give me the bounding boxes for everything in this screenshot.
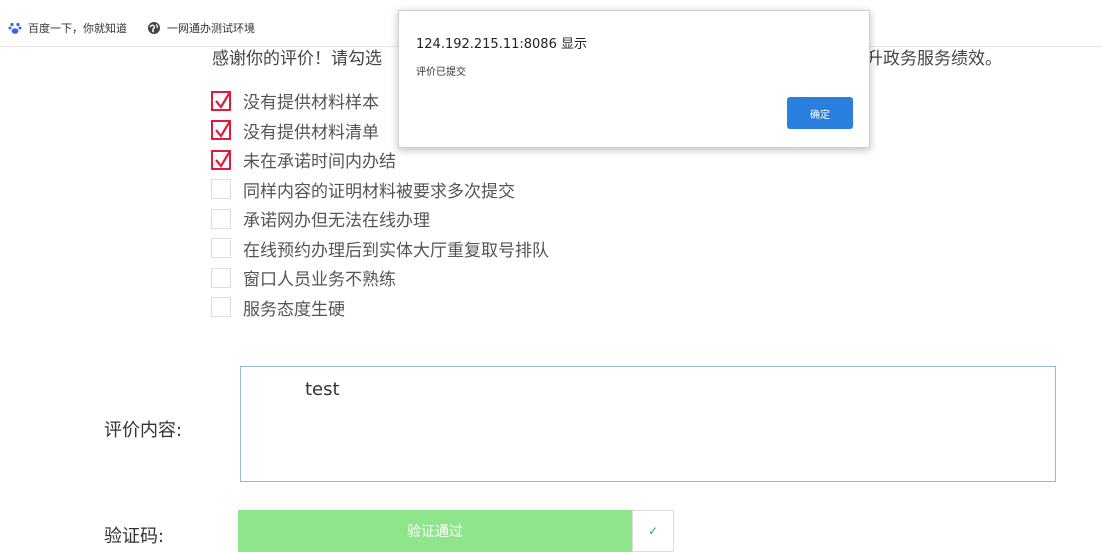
reason-label: 服务态度生硬 bbox=[243, 299, 345, 320]
checkbox-unchecked[interactable] bbox=[211, 179, 231, 200]
reason-label: 没有提供材料样本 bbox=[243, 93, 379, 114]
captcha-status: 验证通过 bbox=[407, 524, 463, 540]
reason-label: 同样内容的证明材料被要求多次提交 bbox=[243, 181, 515, 202]
bookmark-baidu[interactable]: 百度一下，你就知道 bbox=[8, 20, 127, 36]
check-icon: ✓ bbox=[647, 524, 659, 538]
dialog-message: 评价已提交 bbox=[416, 67, 466, 78]
reason-label: 没有提供材料清单 bbox=[243, 122, 379, 143]
reason-label: 在线预约办理后到实体大厅重复取号排队 bbox=[243, 240, 549, 261]
bookmark-label: 一网通办测试环境 bbox=[167, 22, 255, 35]
alert-dialog: 124.192.215.11:8086 显示 评价已提交 确定 bbox=[398, 10, 870, 148]
checkbox-checked[interactable] bbox=[211, 120, 231, 141]
bookmark-label: 百度一下，你就知道 bbox=[28, 22, 127, 35]
checkbox-unchecked[interactable] bbox=[211, 238, 231, 259]
intro-text-end: 升政务服务绩效。 bbox=[866, 49, 1002, 69]
bookmark-test-env[interactable]: 一网通办测试环境 bbox=[147, 20, 255, 36]
baidu-paw-icon bbox=[8, 21, 22, 35]
reason-option[interactable]: 窗口人员业务不熟练 bbox=[211, 263, 549, 293]
review-text: test bbox=[305, 379, 340, 400]
reason-option[interactable]: 在线预约办理后到实体大厅重复取号排队 bbox=[211, 234, 549, 264]
captcha-slider-track: 验证通过 bbox=[238, 510, 632, 552]
reason-option[interactable]: 未在承诺时间内办结 bbox=[211, 145, 549, 175]
checkmark-icon bbox=[215, 120, 231, 139]
captcha-slider-handle[interactable]: ✓ bbox=[632, 510, 674, 552]
dialog-title: 124.192.215.11:8086 显示 bbox=[416, 37, 587, 52]
reason-option[interactable]: 服务态度生硬 bbox=[211, 293, 549, 323]
review-label: 评价内容: bbox=[104, 420, 183, 441]
intro-text-start: 感谢你的评价！请勾选 bbox=[212, 49, 382, 69]
reason-option[interactable]: 同样内容的证明材料被要求多次提交 bbox=[211, 175, 549, 205]
checkmark-icon bbox=[215, 150, 231, 168]
checkbox-unchecked[interactable] bbox=[211, 267, 231, 288]
checkmark-icon bbox=[215, 91, 231, 109]
page: 百度一下，你就知道 一网通办测试环境 感谢你的评价！请勾选 升政务服务绩效。 没… bbox=[0, 0, 1102, 552]
reason-option[interactable]: 承诺网办但无法在线办理 bbox=[211, 204, 549, 234]
captcha-label: 验证码: bbox=[104, 526, 165, 547]
checkbox-checked[interactable] bbox=[211, 90, 231, 111]
checkbox-checked[interactable] bbox=[211, 149, 231, 170]
checkbox-unchecked[interactable] bbox=[211, 208, 231, 229]
reason-label: 未在承诺时间内办结 bbox=[243, 152, 396, 173]
globe-icon bbox=[147, 21, 161, 35]
reason-label: 窗口人员业务不熟练 bbox=[243, 270, 396, 291]
reason-label: 承诺网办但无法在线办理 bbox=[243, 211, 430, 232]
ok-button[interactable]: 确定 bbox=[787, 97, 853, 129]
checkbox-unchecked[interactable] bbox=[211, 297, 231, 318]
review-textarea[interactable]: test bbox=[240, 366, 1056, 482]
